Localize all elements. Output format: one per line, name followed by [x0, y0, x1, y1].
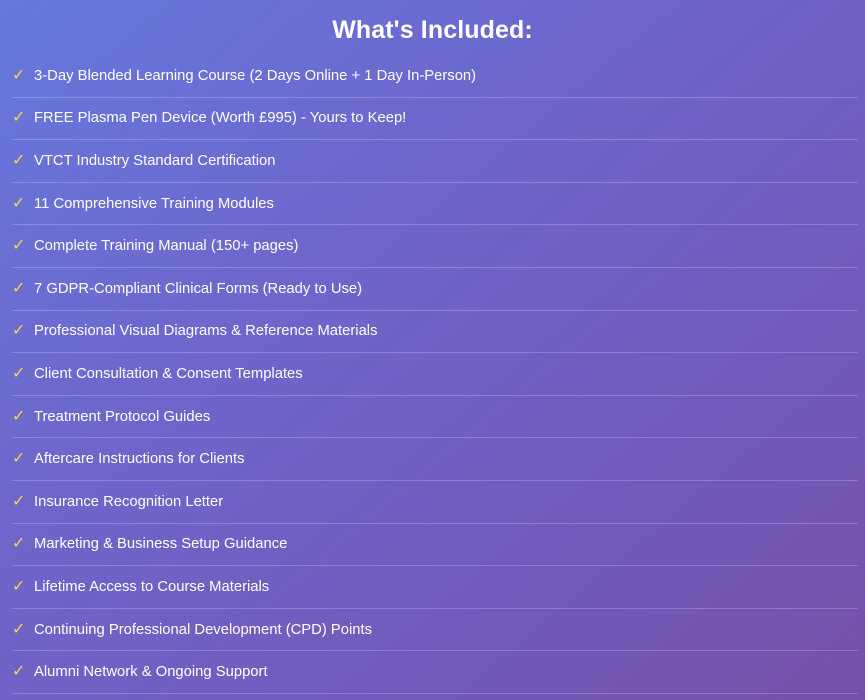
check-icon: ✓ [12, 663, 26, 681]
list-item: ✓ Treatment Protocol Guides [12, 396, 858, 439]
check-icon: ✓ [12, 492, 26, 510]
list-item: ✓ Lifetime Access to Course Materials [12, 566, 858, 609]
list-item-label: Lifetime Access to Course Materials [34, 578, 270, 595]
list-item-label: 7 GDPR-Compliant Clinical Forms (Ready t… [34, 280, 363, 297]
list-item-label: Insurance Recognition Letter [34, 493, 224, 510]
whats-included-panel: What's Included: ✓ 3-Day Blended Learnin… [0, 0, 865, 700]
check-icon: ✓ [12, 237, 26, 255]
list-item: ✓ Marketing & Business Setup Guidance [12, 524, 858, 567]
list-item-label: VTCT Industry Standard Certification [34, 152, 276, 169]
list-item: ✓ Aftercare Instructions for Clients [12, 438, 858, 481]
list-item: ✓ Alumni Network & Ongoing Support [12, 651, 858, 694]
list-item: ✓ VTCT Industry Standard Certification [12, 140, 858, 183]
list-item-label: Continuing Professional Development (CPD… [34, 621, 373, 638]
check-icon: ✓ [12, 535, 26, 553]
list-item-label: 11 Comprehensive Training Modules [34, 195, 274, 212]
list-item: ✓ Professional Visual Diagrams & Referen… [12, 311, 858, 354]
check-icon: ✓ [12, 407, 26, 425]
list-item: ✓ Client Consultation & Consent Template… [12, 353, 858, 396]
included-features-list: ✓ 3-Day Blended Learning Course (2 Days … [12, 55, 858, 694]
check-icon: ✓ [12, 620, 26, 638]
check-icon: ✓ [12, 151, 26, 169]
list-item: ✓ 7 GDPR-Compliant Clinical Forms (Ready… [12, 268, 858, 311]
list-item-label: Marketing & Business Setup Guidance [34, 536, 288, 553]
check-icon: ✓ [12, 66, 26, 84]
list-item-label: Aftercare Instructions for Clients [34, 451, 245, 468]
check-icon: ✓ [12, 450, 26, 468]
check-icon: ✓ [12, 322, 26, 340]
check-icon: ✓ [12, 577, 26, 595]
check-icon: ✓ [12, 364, 26, 382]
list-item: ✓ FREE Plasma Pen Device (Worth £995) - … [12, 98, 858, 141]
list-item-label: Professional Visual Diagrams & Reference… [34, 323, 378, 340]
list-item: ✓ Continuing Professional Development (C… [12, 609, 858, 652]
check-icon: ✓ [12, 109, 26, 127]
list-item: ✓ Insurance Recognition Letter [12, 481, 858, 524]
list-item-label: Alumni Network & Ongoing Support [34, 664, 268, 681]
list-item-label: Client Consultation & Consent Templates [34, 365, 303, 382]
list-item-label: 3-Day Blended Learning Course (2 Days On… [34, 67, 477, 84]
check-icon: ✓ [12, 194, 26, 212]
list-item: ✓ Complete Training Manual (150+ pages) [12, 225, 858, 268]
list-item-label: Complete Training Manual (150+ pages) [34, 238, 299, 255]
list-item: ✓ 3-Day Blended Learning Course (2 Days … [12, 55, 858, 98]
list-item: ✓ 11 Comprehensive Training Modules [12, 183, 858, 226]
check-icon: ✓ [12, 279, 26, 297]
section-title: What's Included: [332, 16, 533, 44]
list-item-label: Treatment Protocol Guides [34, 408, 211, 425]
list-item-label: FREE Plasma Pen Device (Worth £995) - Yo… [34, 110, 407, 127]
